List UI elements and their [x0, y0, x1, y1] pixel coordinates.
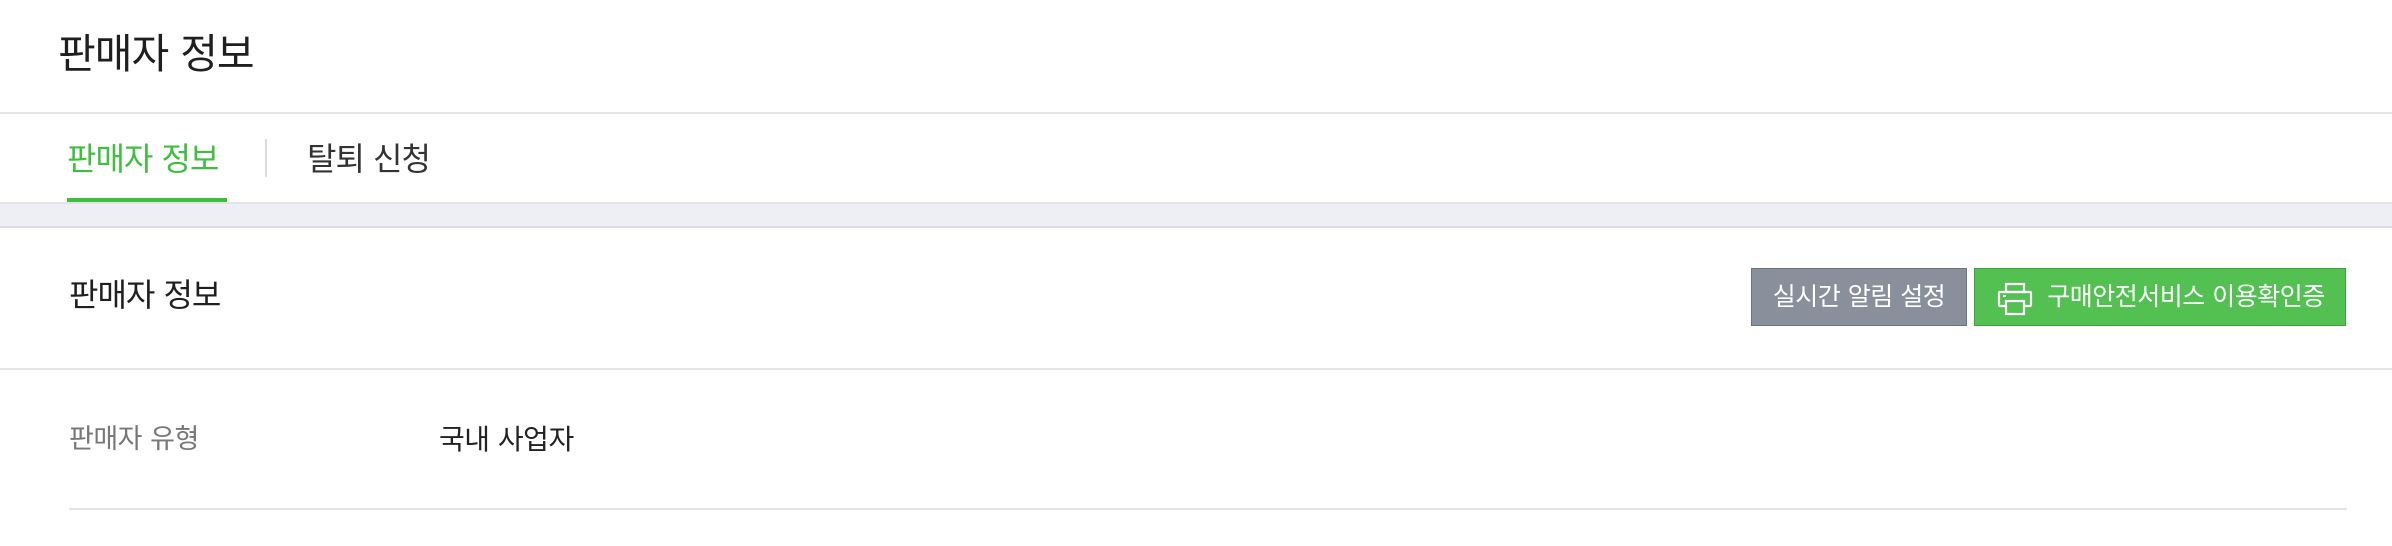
info-row-seller-type: 판매자 유형 국내 사업자 [69, 370, 2347, 510]
purchase-safety-certificate-label: 구매안전서비스 이용확인증 [2047, 282, 2325, 311]
active-tab-indicator [67, 198, 227, 202]
section-header: 판매자 정보 실시간 알림 설정 구매안전서비스 이용확인증 [0, 228, 2392, 370]
tab-withdrawal-request[interactable]: 탈퇴 신청 [307, 138, 431, 180]
purchase-safety-certificate-button[interactable]: 구매안전서비스 이용확인증 [1974, 268, 2346, 326]
realtime-alert-settings-button[interactable]: 실시간 알림 설정 [1751, 268, 1967, 326]
tab-divider [265, 139, 267, 177]
printer-icon [1997, 282, 2033, 316]
page-header: 판매자 정보 [0, 0, 2392, 114]
tab-seller-info[interactable]: 판매자 정보 [67, 138, 219, 180]
section-separator-band [0, 204, 2392, 228]
row-value: 국내 사업자 [439, 423, 574, 456]
section-title: 판매자 정보 [69, 276, 221, 314]
page-title: 판매자 정보 [58, 30, 255, 78]
row-label: 판매자 유형 [69, 424, 199, 455]
tab-bar: 판매자 정보 탈퇴 신청 [0, 114, 2392, 204]
